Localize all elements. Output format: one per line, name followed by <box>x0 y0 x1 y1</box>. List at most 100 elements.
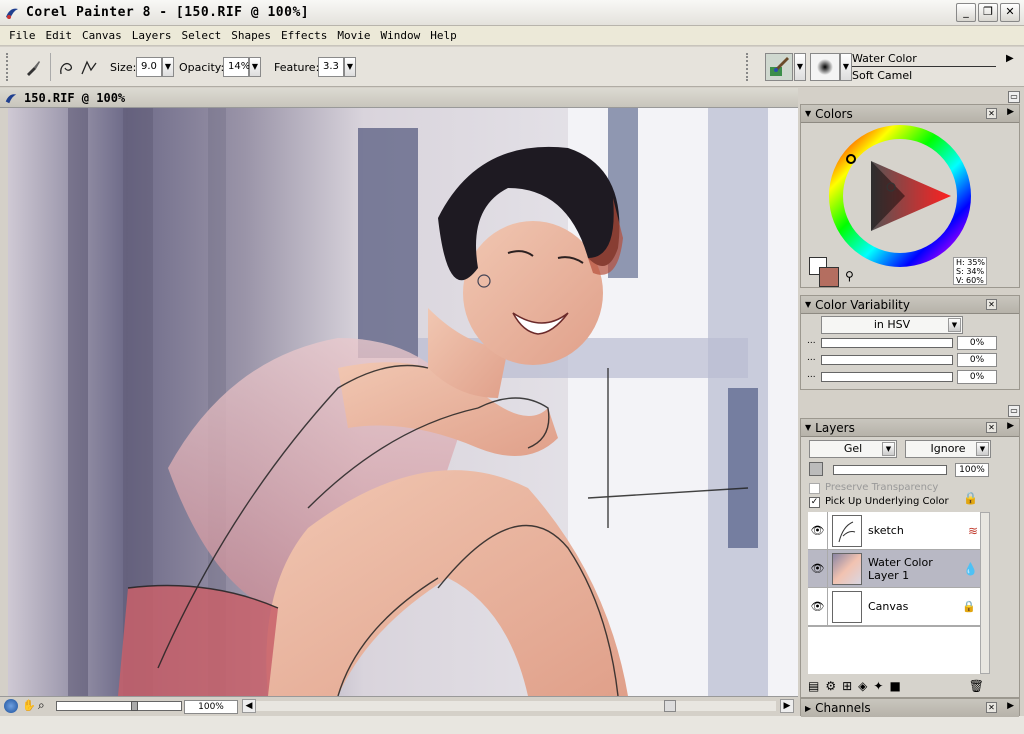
grabber-hand-icon[interactable]: ✋ <box>22 699 36 713</box>
zoom-field[interactable]: 100% <box>184 700 238 714</box>
menu-help[interactable]: Help <box>425 29 462 42</box>
menu-shapes[interactable]: Shapes <box>226 29 276 42</box>
horizontal-scrollbar[interactable] <box>256 701 776 711</box>
zoom-slider[interactable] <box>56 701 182 711</box>
hue-variability-slider[interactable] <box>821 338 953 348</box>
brush-variant-icon[interactable] <box>810 53 840 81</box>
layer-thumbnail <box>832 590 862 623</box>
layers-close-button[interactable]: ✕ <box>986 422 997 433</box>
menu-effects[interactable]: Effects <box>276 29 332 42</box>
new-layer-icon[interactable]: ⊞ <box>842 679 852 693</box>
layer-row-canvas[interactable]: 👁 Canvas 🔒 <box>808 587 980 626</box>
opacity-label: Opacity: <box>179 61 225 74</box>
layers-minimize-button[interactable]: ▭ <box>1008 405 1020 417</box>
color-picker-icon[interactable]: ⚲ <box>845 269 854 283</box>
saturation-variability-slider[interactable] <box>821 355 953 365</box>
freehand-stroke-icon[interactable] <box>56 57 78 79</box>
layer-opacity-slider[interactable] <box>833 465 947 475</box>
layers-scrollbar[interactable] <box>980 512 990 674</box>
color-variability-header[interactable]: ▼ Color Variability ✕ <box>801 296 1019 314</box>
layers-palette-header[interactable]: ▼ Layers ✕ ▶ <box>801 419 1019 437</box>
layer-commands-icon[interactable]: ▤ <box>808 679 819 693</box>
visibility-eye-icon[interactable]: 👁 <box>808 511 828 550</box>
feature-slider-button[interactable]: ▼ <box>344 57 356 77</box>
lock-icon[interactable]: 🔒 <box>963 491 978 505</box>
restore-button[interactable]: ❐ <box>978 3 998 22</box>
brush-category-icon[interactable] <box>765 53 793 81</box>
menu-layers[interactable]: Layers <box>127 29 177 42</box>
value-variability-slider[interactable] <box>821 372 953 382</box>
hue-variability-field[interactable]: 0% <box>957 336 997 350</box>
layers-menu-arrow-icon[interactable]: ▶ <box>1007 421 1014 431</box>
collapse-triangle-icon[interactable]: ▼ <box>805 109 811 118</box>
color-variability-close-button[interactable]: ✕ <box>986 299 997 310</box>
document-title-bar: 150.RIF @ 100% <box>0 88 798 108</box>
size-field[interactable]: 9.0 <box>136 57 162 77</box>
color-mode-icon[interactable] <box>4 699 18 713</box>
collapse-triangle-icon[interactable]: ▼ <box>805 423 811 432</box>
canvas[interactable] <box>0 108 798 696</box>
collapse-triangle-icon[interactable]: ▼ <box>805 300 811 309</box>
layer-row-sketch[interactable]: 👁 sketch ≋ <box>808 511 980 550</box>
expand-triangle-icon[interactable]: ▶ <box>805 704 811 713</box>
menu-movie[interactable]: Movie <box>332 29 375 42</box>
colors-palette-header[interactable]: ▼ Colors ✕ ▶ <box>801 105 1019 123</box>
menu-file[interactable]: File <box>4 29 41 42</box>
colors-menu-arrow-icon[interactable]: ▶ <box>1007 107 1014 117</box>
channels-close-button[interactable]: ✕ <box>986 702 997 713</box>
brush-selector-arrow-icon[interactable]: ▶ <box>1006 53 1014 64</box>
composite-method-dropdown[interactable]: Gel ▼ <box>809 440 897 458</box>
brush-category-label: Water Color <box>852 52 996 67</box>
chevron-down-icon: ▼ <box>948 318 961 332</box>
color-wheel[interactable] <box>827 123 973 269</box>
saturation-variability-field[interactable]: 0% <box>957 353 997 367</box>
new-watercolor-layer-icon[interactable]: ✦ <box>873 679 883 693</box>
visibility-eye-icon[interactable]: 👁 <box>808 549 828 588</box>
hsv-readout: H: 35% S: 34% V: 60% <box>953 257 987 285</box>
feature-field[interactable]: 3.3 <box>318 57 344 77</box>
pick-up-underlying-color-label: Pick Up Underlying Color <box>825 496 949 507</box>
value-variability-field[interactable]: 0% <box>957 370 997 384</box>
dynamic-plugins-icon[interactable]: ⚙ <box>825 679 836 693</box>
close-button[interactable]: ✕ <box>1000 3 1020 22</box>
magnifier-icon[interactable]: ⌕ <box>38 698 52 712</box>
feature-label: Feature: <box>274 61 320 74</box>
scroll-left-button[interactable]: ◀ <box>242 699 256 713</box>
opacity-field[interactable]: 14% <box>223 57 250 77</box>
zoom-slider-thumb[interactable] <box>131 701 138 711</box>
toolbar-grip[interactable] <box>6 53 12 81</box>
brush-category-dropdown[interactable]: ▼ <box>794 53 806 81</box>
brush-variant-dropdown[interactable]: ▼ <box>840 53 852 81</box>
brush-tool-icon[interactable] <box>22 57 44 79</box>
composite-depth-value: Ignore <box>930 442 966 455</box>
colors-close-button[interactable]: ✕ <box>986 108 997 119</box>
colors-minimize-button[interactable]: ▭ <box>1008 91 1020 103</box>
variability-mode-dropdown[interactable]: in HSV ▼ <box>821 316 963 334</box>
layer-row-water-color-layer-1[interactable]: 👁 Water Color Layer 1 💧 <box>808 549 980 588</box>
layer-opacity-field[interactable]: 100% <box>955 463 989 477</box>
menu-edit[interactable]: Edit <box>41 29 78 42</box>
document-status-bar: ✋ ⌕ 100% ◀ ▶ <box>0 696 798 716</box>
scrollbar-thumb[interactable] <box>664 700 676 712</box>
preserve-transparency-checkbox[interactable] <box>809 483 820 494</box>
visibility-eye-icon[interactable]: 👁 <box>808 587 828 626</box>
composite-depth-dropdown[interactable]: Ignore ▼ <box>905 440 991 458</box>
channels-menu-arrow-icon[interactable]: ▶ <box>1007 701 1014 711</box>
brush-variant-label: Soft Camel <box>852 69 913 82</box>
brush-selector-grip[interactable] <box>746 53 752 81</box>
menu-canvas[interactable]: Canvas <box>77 29 127 42</box>
minimize-button[interactable]: _ <box>956 3 976 22</box>
layer-mask-icon[interactable]: ◈ <box>858 679 867 693</box>
hue-value: H: 35% <box>956 258 986 267</box>
scroll-right-button[interactable]: ▶ <box>780 699 794 713</box>
delete-layer-icon[interactable]: 🗑 <box>969 679 984 693</box>
menu-select[interactable]: Select <box>177 29 227 42</box>
layer-adjustment-icon[interactable]: ■ <box>889 679 900 693</box>
channels-palette-header[interactable]: ▶ Channels ✕ ▶ <box>801 699 1019 717</box>
main-color-swatch[interactable] <box>819 267 839 287</box>
pick-up-underlying-color-checkbox[interactable]: ✓ <box>809 497 820 508</box>
menu-window[interactable]: Window <box>375 29 425 42</box>
opacity-slider-button[interactable]: ▼ <box>249 57 261 77</box>
size-slider-button[interactable]: ▼ <box>162 57 174 77</box>
straight-line-stroke-icon[interactable] <box>78 57 100 79</box>
